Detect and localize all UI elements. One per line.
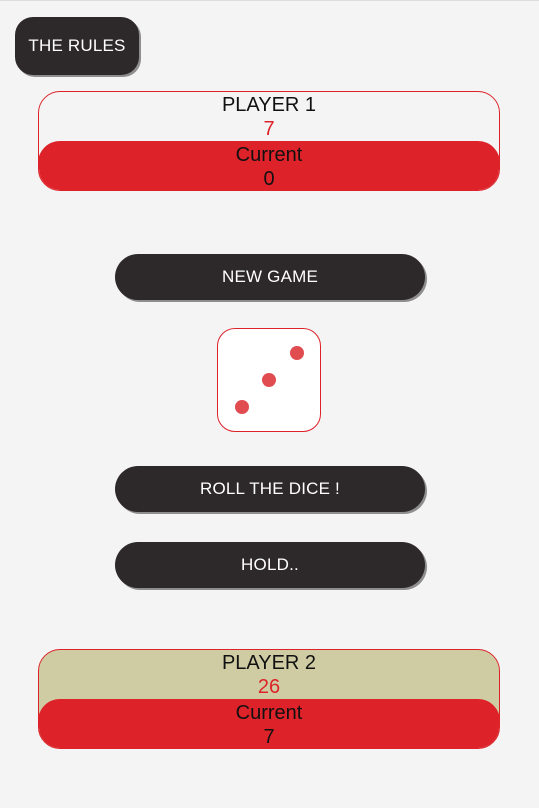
player-1-name: PLAYER 1 bbox=[221, 94, 317, 116]
player-2-name: PLAYER 2 bbox=[221, 652, 317, 674]
rules-button[interactable]: THE RULES bbox=[15, 17, 139, 75]
player-2-current-label: Current bbox=[235, 702, 303, 724]
hold-button[interactable]: HOLD.. bbox=[115, 542, 425, 588]
dice-pip bbox=[262, 373, 276, 387]
dice-pip bbox=[290, 346, 304, 360]
player-2-current-value: 7 bbox=[263, 726, 275, 748]
player-1-panel: PLAYER 1 7 Current 0 bbox=[38, 91, 500, 191]
player-2-score: 26 bbox=[257, 676, 281, 698]
player-1-current-box: Current 0 bbox=[39, 141, 499, 190]
player-1-current-label: Current bbox=[235, 144, 303, 166]
dice-three-icon bbox=[217, 328, 321, 432]
player-1-score: 7 bbox=[263, 118, 275, 140]
player-1-current-value: 0 bbox=[263, 168, 275, 190]
player-2-current-box: Current 7 bbox=[39, 699, 499, 748]
new-game-button[interactable]: NEW GAME bbox=[115, 254, 425, 300]
roll-dice-button[interactable]: ROLL THE DICE ! bbox=[115, 466, 425, 512]
player-2-panel: PLAYER 2 26 Current 7 bbox=[38, 649, 500, 749]
dice-pip bbox=[235, 400, 249, 414]
